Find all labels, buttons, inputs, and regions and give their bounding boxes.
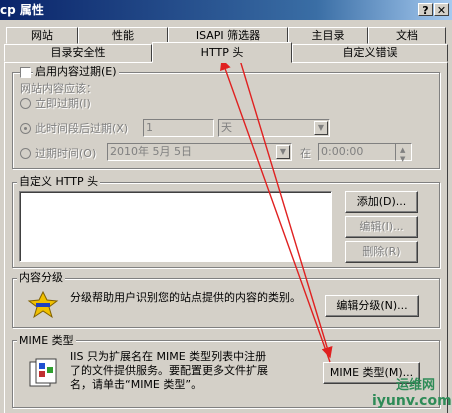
arrow-down-icon bbox=[239, 59, 333, 359]
tab-http-headers[interactable]: HTTP 头 bbox=[152, 42, 292, 63]
watermark-url: iyunv.com bbox=[372, 393, 452, 409]
watermark-cn: 运维网 bbox=[396, 378, 436, 393]
arrow-up-icon bbox=[220, 58, 331, 363]
